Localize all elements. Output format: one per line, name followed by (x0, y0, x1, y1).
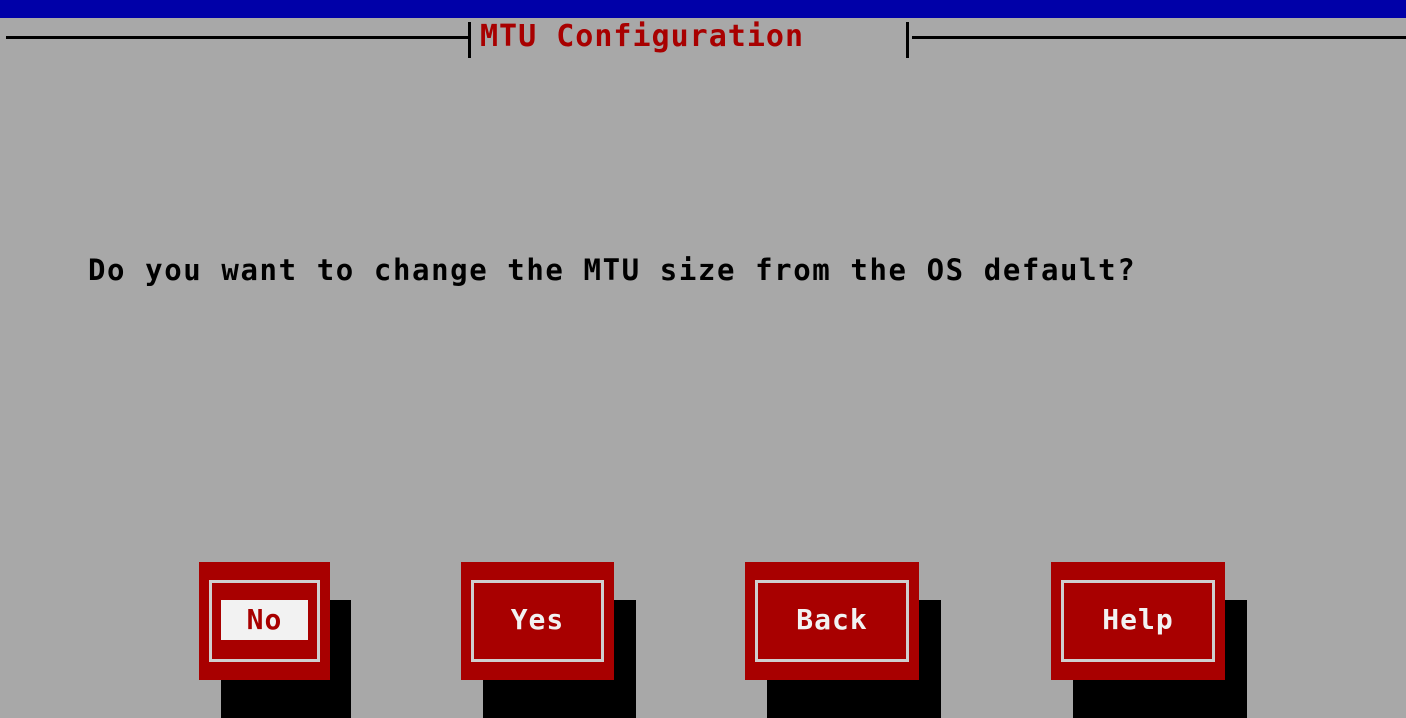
back-button-label: Back (796, 603, 868, 636)
dialog-prompt: Do you want to change the MTU size from … (88, 253, 1137, 287)
help-button[interactable]: Help (1051, 562, 1225, 680)
title-bracket-left (468, 22, 471, 58)
no-button-label: No (221, 600, 308, 640)
title-bracket-right (906, 22, 909, 58)
title-rule-right (912, 36, 1406, 39)
dialog-title: MTU Configuration (480, 19, 805, 54)
title-rule-left (6, 36, 468, 39)
no-button[interactable]: No (199, 562, 330, 680)
back-button[interactable]: Back (745, 562, 919, 680)
yes-button-label: Yes (510, 603, 565, 636)
yes-button[interactable]: Yes (461, 562, 614, 680)
help-button-label: Help (1102, 603, 1174, 636)
